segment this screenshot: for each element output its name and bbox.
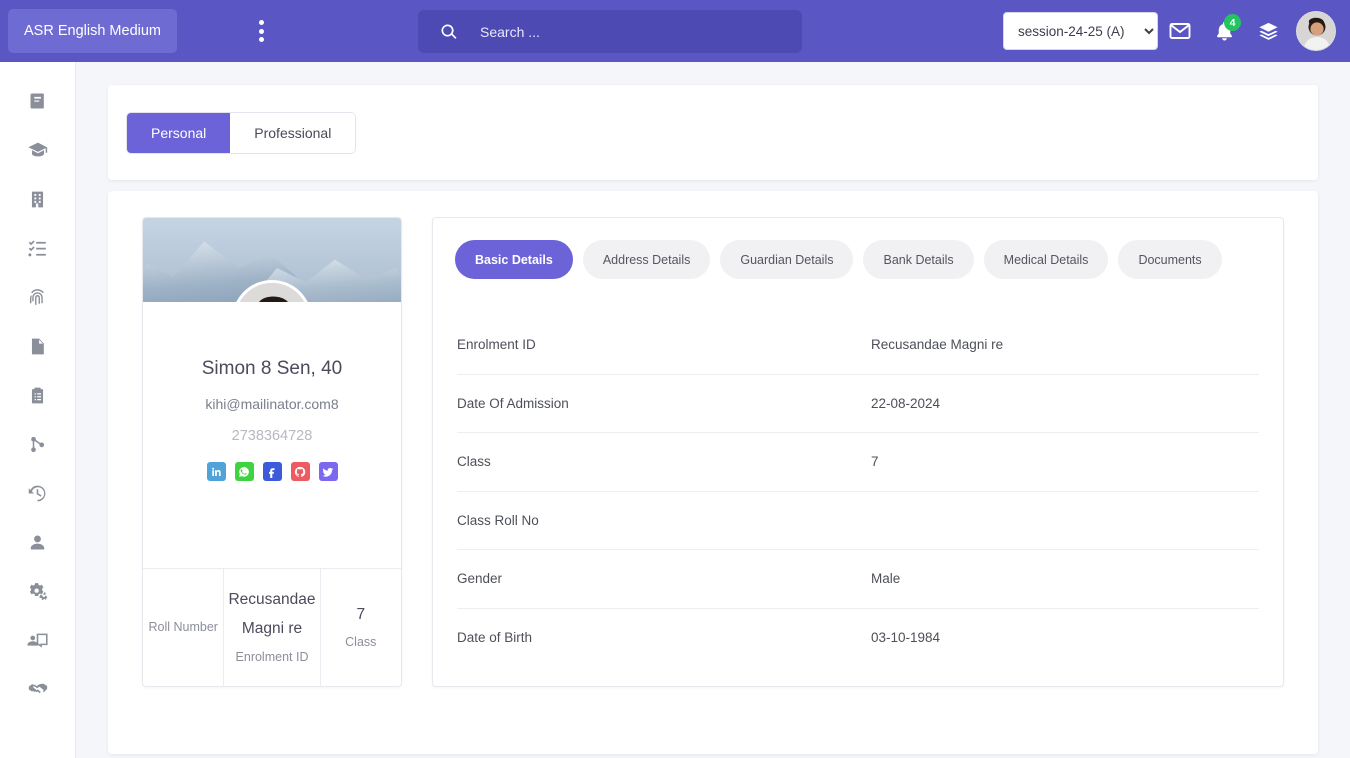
table-row: Class Roll No bbox=[457, 492, 1259, 550]
search-bar[interactable] bbox=[418, 10, 802, 53]
stat-value: 7 bbox=[356, 605, 366, 623]
book-icon bbox=[30, 93, 44, 109]
stat-enrolment-id: Recusandae Magni re Enrolment ID bbox=[223, 569, 319, 686]
search-input[interactable] bbox=[480, 23, 760, 40]
details-panel: Basic Details Address Details Guardian D… bbox=[432, 217, 1284, 687]
sidebar-item-reports[interactable] bbox=[14, 380, 62, 410]
kebab-dot bbox=[258, 20, 264, 25]
notifications-button[interactable]: 4 bbox=[1202, 9, 1246, 53]
top-header-bar: ASR English Medium session-24-25 (A) 4 bbox=[0, 0, 1350, 62]
sidebar-item-building[interactable] bbox=[14, 184, 62, 214]
stat-value: Recusandae Magni re bbox=[228, 590, 316, 638]
sidebar-item-files[interactable] bbox=[14, 331, 62, 361]
sidebar-item-attendance[interactable] bbox=[14, 282, 62, 312]
session-select[interactable]: session-24-25 (A) bbox=[1003, 12, 1158, 50]
layers-icon bbox=[1258, 22, 1278, 40]
tab-bank-details[interactable]: Bank Details bbox=[863, 240, 974, 279]
header-right-actions: session-24-25 (A) 4 bbox=[1003, 0, 1336, 62]
user-avatar[interactable] bbox=[1296, 11, 1336, 51]
tab-personal[interactable]: Personal bbox=[127, 112, 231, 153]
sidebar-item-history[interactable] bbox=[14, 478, 62, 508]
profile-email[interactable]: kihi@mailinator.com8 bbox=[157, 396, 387, 412]
row-value: 7 bbox=[871, 454, 879, 470]
sidebar-item-tasks[interactable] bbox=[14, 233, 62, 263]
tasks-checklist-icon bbox=[28, 239, 46, 256]
row-value: Recusandae Magni re bbox=[871, 337, 1004, 353]
basic-details-table: Enrolment ID Recusandae Magni re Date Of… bbox=[455, 316, 1261, 667]
main-content-area: Personal Professional Simon 8 Sen, 40 ki… bbox=[76, 62, 1350, 758]
user-screen-icon bbox=[27, 633, 48, 648]
sidebar-item-settings[interactable] bbox=[14, 576, 62, 606]
user-icon bbox=[30, 535, 45, 549]
tab-medical-details[interactable]: Medical Details bbox=[983, 240, 1109, 279]
stat-label: Enrolment ID bbox=[235, 649, 309, 664]
table-row: Enrolment ID Recusandae Magni re bbox=[457, 316, 1259, 375]
history-clock-icon bbox=[28, 485, 46, 501]
table-row: Class 7 bbox=[457, 433, 1259, 492]
app-brand-title[interactable]: ASR English Medium bbox=[8, 9, 177, 53]
sidebar-item-structure[interactable] bbox=[14, 429, 62, 459]
sidebar-item-presentation[interactable] bbox=[14, 625, 62, 655]
row-key: Class Roll No bbox=[457, 512, 539, 528]
row-value: 22-08-2024 bbox=[871, 395, 941, 411]
row-value: 03-10-1984 bbox=[871, 630, 941, 646]
profile-name: Simon 8 Sen, 40 bbox=[201, 358, 343, 379]
profile-stats: Roll Number Recusandae Magni re Enrolmen… bbox=[143, 568, 401, 686]
profile-phone: 2738364728 bbox=[231, 428, 313, 444]
layers-button[interactable] bbox=[1246, 9, 1290, 53]
kebab-dot bbox=[258, 28, 264, 34]
row-key: Enrolment ID bbox=[457, 337, 536, 353]
tab-basic-details[interactable]: Basic Details bbox=[455, 240, 573, 279]
table-row: Date of Birth 03-10-1984 bbox=[457, 609, 1259, 668]
table-row: Gender Male bbox=[457, 550, 1259, 609]
fingerprint-icon bbox=[29, 288, 44, 305]
tab-address-details[interactable]: Address Details bbox=[582, 240, 711, 279]
handshake-icon bbox=[28, 683, 47, 694]
linkedin-icon[interactable] bbox=[206, 462, 226, 481]
stat-label: Roll Number bbox=[148, 620, 218, 635]
stat-roll-number: Roll Number bbox=[143, 569, 223, 686]
stat-class: 7 Class bbox=[319, 569, 401, 686]
twitter-icon[interactable] bbox=[318, 462, 338, 481]
notification-badge: 4 bbox=[1224, 14, 1241, 31]
left-sidebar bbox=[0, 62, 76, 758]
gears-icon bbox=[29, 583, 47, 601]
personal-professional-tab-group: Personal Professional bbox=[126, 111, 357, 154]
social-links bbox=[157, 462, 387, 481]
stat-label: Class bbox=[345, 635, 377, 650]
row-key: Date Of Admission bbox=[457, 395, 569, 411]
detail-tab-group: Basic Details Address Details Guardian D… bbox=[455, 240, 1261, 279]
student-detail-card: Simon 8 Sen, 40 kihi@mailinator.com8 273… bbox=[108, 191, 1318, 754]
row-key: Gender bbox=[457, 571, 503, 587]
facebook-icon[interactable] bbox=[262, 462, 282, 481]
profile-info: Simon 8 Sen, 40 kihi@mailinator.com8 273… bbox=[143, 302, 401, 568]
sidebar-item-users[interactable] bbox=[14, 527, 62, 557]
tab-professional[interactable]: Professional bbox=[230, 112, 356, 153]
row-key: Date of Birth bbox=[457, 630, 533, 646]
sidebar-item-academics[interactable] bbox=[14, 135, 62, 165]
kebab-menu-icon[interactable] bbox=[239, 9, 283, 53]
mail-button[interactable] bbox=[1158, 9, 1202, 53]
row-value: Male bbox=[871, 571, 901, 587]
file-icon bbox=[31, 338, 44, 354]
profile-cover-image bbox=[143, 218, 401, 302]
building-icon bbox=[31, 191, 44, 207]
envelope-icon bbox=[1169, 23, 1191, 39]
top-tabs-card: Personal Professional bbox=[108, 85, 1318, 180]
kebab-dot bbox=[258, 37, 264, 42]
table-row: Date Of Admission 22-08-2024 bbox=[457, 375, 1259, 433]
sitemap-icon bbox=[31, 436, 45, 452]
clipboard-list-icon bbox=[31, 387, 44, 403]
profile-card: Simon 8 Sen, 40 kihi@mailinator.com8 273… bbox=[142, 217, 402, 687]
search-icon bbox=[441, 23, 457, 39]
sidebar-item-handshake[interactable] bbox=[14, 674, 62, 704]
avatar-photo bbox=[1297, 12, 1335, 50]
github-icon[interactable] bbox=[290, 462, 310, 481]
sidebar-item-book[interactable] bbox=[14, 86, 62, 116]
graduation-cap-icon bbox=[27, 142, 47, 157]
whatsapp-icon[interactable] bbox=[234, 462, 254, 481]
row-key: Class bbox=[457, 454, 491, 470]
tab-guardian-details[interactable]: Guardian Details bbox=[720, 240, 854, 279]
tab-documents[interactable]: Documents bbox=[1118, 240, 1222, 279]
